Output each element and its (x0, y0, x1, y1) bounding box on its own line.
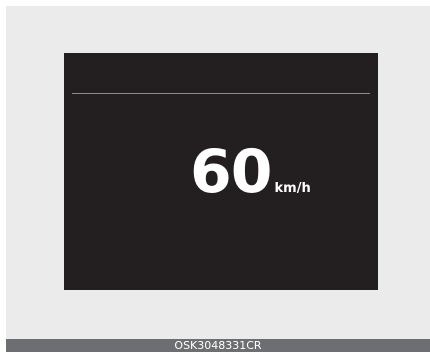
speed-readout: 60 km/h (190, 138, 311, 202)
speed-value: 60 (190, 137, 272, 207)
figure-code: OSK3048331CR (174, 339, 262, 352)
speed-unit: km/h (274, 181, 311, 196)
figure-code-bar: OSK3048331CR (6, 339, 430, 352)
display-divider-line (72, 93, 370, 94)
